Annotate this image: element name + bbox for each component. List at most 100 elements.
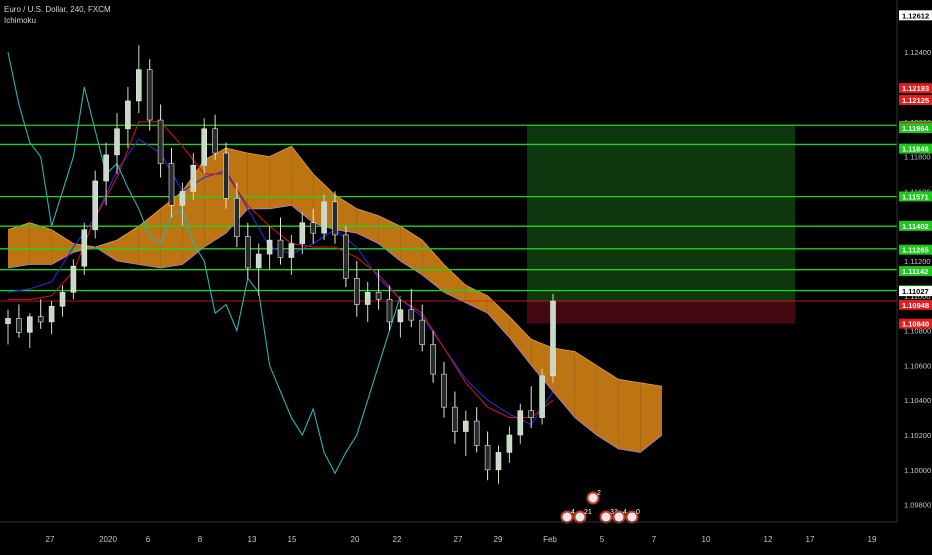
price-label: 1.11571 [899, 191, 932, 202]
y-tick-label: 1.10600 [904, 361, 931, 370]
candle-body [397, 309, 404, 323]
candle-body [419, 319, 426, 345]
candle-body [70, 265, 77, 293]
candle-body [386, 298, 393, 323]
candle-body [5, 318, 11, 324]
candle-body [234, 198, 240, 237]
candle-body [539, 375, 545, 418]
price-label-text: 1.12612 [902, 11, 929, 20]
price-label-text: 1.11402 [902, 222, 929, 231]
candle-body [201, 128, 207, 166]
candle-body [430, 344, 436, 375]
price-label: 1.12193 [899, 83, 932, 94]
kumo-segment [618, 379, 641, 453]
kumo-segment [596, 365, 619, 449]
candle-body [266, 239, 273, 255]
candle-body [517, 410, 524, 436]
candle-body [125, 100, 131, 130]
candle-body [190, 165, 197, 192]
price-label-text: 1.11571 [902, 192, 929, 201]
price-label: 1.11402 [899, 220, 932, 231]
kumo-segment [204, 147, 226, 248]
price-label-text: 1.12193 [902, 84, 929, 93]
target-zone [527, 125, 795, 302]
x-tick-label: 2020 [99, 535, 117, 544]
y-tick-label: 1.10000 [904, 466, 931, 475]
candle-body [506, 434, 513, 453]
x-tick-label: Feb [543, 535, 557, 544]
x-tick-label: 13 [248, 535, 257, 544]
candle-body [343, 234, 349, 279]
y-tick-label: 1.09800 [904, 501, 931, 510]
candle-body [212, 128, 218, 154]
price-label: 1.12125 [899, 95, 932, 106]
event-marker-count: 2 [597, 490, 601, 497]
x-tick-label: 5 [600, 535, 605, 544]
price-label: 1.11142 [899, 266, 932, 277]
candle-body [452, 406, 458, 432]
candle-body [495, 452, 502, 471]
candle-body [223, 152, 229, 199]
candle-body [16, 318, 22, 333]
candle-body [103, 154, 109, 182]
candle-body [81, 229, 88, 267]
x-tick-label: 6 [146, 535, 151, 544]
x-tick-label: 19 [868, 535, 877, 544]
price-label: 1.11964 [899, 123, 932, 134]
candle-body [332, 201, 338, 236]
price-label: 1.11846 [899, 143, 932, 154]
x-tick-label: 20 [351, 535, 360, 544]
price-label: 1.10948 [899, 299, 932, 310]
event-marker-count: 21 [584, 509, 592, 516]
candle-body [157, 119, 164, 164]
kumo-segment [269, 146, 292, 209]
price-label: 1.11265 [899, 244, 932, 255]
x-tick-label: 10 [702, 535, 711, 544]
candle-body [528, 410, 535, 418]
candle-body [168, 163, 175, 206]
stop-zone [527, 301, 795, 324]
candle-body [375, 292, 382, 300]
y-tick-label: 1.11200 [904, 257, 931, 266]
candle-body [550, 300, 556, 377]
x-tick-label: 29 [494, 535, 503, 544]
candle-body [92, 180, 98, 230]
x-tick-label: 22 [393, 535, 402, 544]
y-tick-label: 1.11800 [904, 153, 931, 162]
candle-body [245, 236, 251, 269]
candle-body [408, 309, 415, 321]
x-tick-label: 7 [652, 535, 657, 544]
candle-body [37, 316, 44, 323]
chart-area[interactable]: Euro / U.S. Dollar, 240, FXCM Ichimoku 4… [0, 0, 932, 550]
candle-body [473, 420, 480, 446]
price-label-text: 1.11846 [902, 145, 929, 154]
price-label: 1.12612 [899, 10, 932, 21]
kumo-segment [8, 222, 30, 268]
price-label-text: 1.10948 [902, 301, 929, 310]
candle-body [310, 222, 317, 234]
indicator-name: Ichimoku [4, 16, 37, 25]
candle-body [136, 69, 142, 102]
candle-body [288, 243, 295, 258]
price-label: 1.11027 [899, 286, 932, 297]
x-tick-label: 12 [764, 535, 773, 544]
candle-body [321, 201, 327, 234]
candle-body [441, 373, 447, 408]
price-label: 1.10840 [899, 318, 932, 329]
price-label-text: 1.11964 [902, 124, 930, 133]
candle-body [462, 420, 469, 432]
x-tick-label: 15 [288, 535, 297, 544]
candle-body [364, 292, 371, 305]
y-tick-label: 1.12400 [904, 48, 931, 57]
x-tick-label: 17 [806, 535, 815, 544]
candle-body [299, 222, 306, 244]
event-marker-count: 0 [636, 509, 640, 516]
y-tick-label: 1.10200 [904, 431, 931, 440]
kumo-segment [247, 153, 270, 209]
price-chart[interactable]: 421233401.124001.122001.120001.118001.11… [0, 0, 932, 550]
candle-body [277, 239, 284, 258]
price-label-text: 1.11142 [902, 267, 928, 276]
chart-header: Euro / U.S. Dollar, 240, FXCM Ichimoku [4, 4, 111, 26]
candle-body [353, 278, 360, 305]
candle-body [59, 292, 66, 307]
